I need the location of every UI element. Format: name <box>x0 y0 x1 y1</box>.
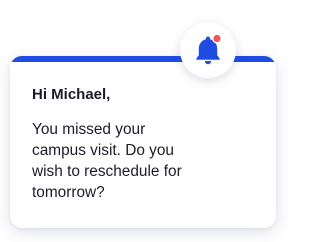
message-line: wish to reschedule for <box>32 163 182 180</box>
unread-badge <box>212 33 223 44</box>
greeting-text: Hi Michael, <box>32 86 111 103</box>
notification-card[interactable]: Hi Michael, You missed your campus visit… <box>10 56 276 228</box>
bell-icon <box>196 33 223 65</box>
message-line: You missed your <box>32 121 146 138</box>
notification-message: You missed your campus visit. Do you wis… <box>32 119 262 203</box>
notification-bell-button[interactable] <box>180 22 236 78</box>
message-line: campus visit. Do you <box>32 142 174 159</box>
message-line: tomorrow? <box>32 184 105 201</box>
card-body: Hi Michael, You missed your campus visit… <box>32 85 262 203</box>
card-accent-bar <box>10 56 276 62</box>
